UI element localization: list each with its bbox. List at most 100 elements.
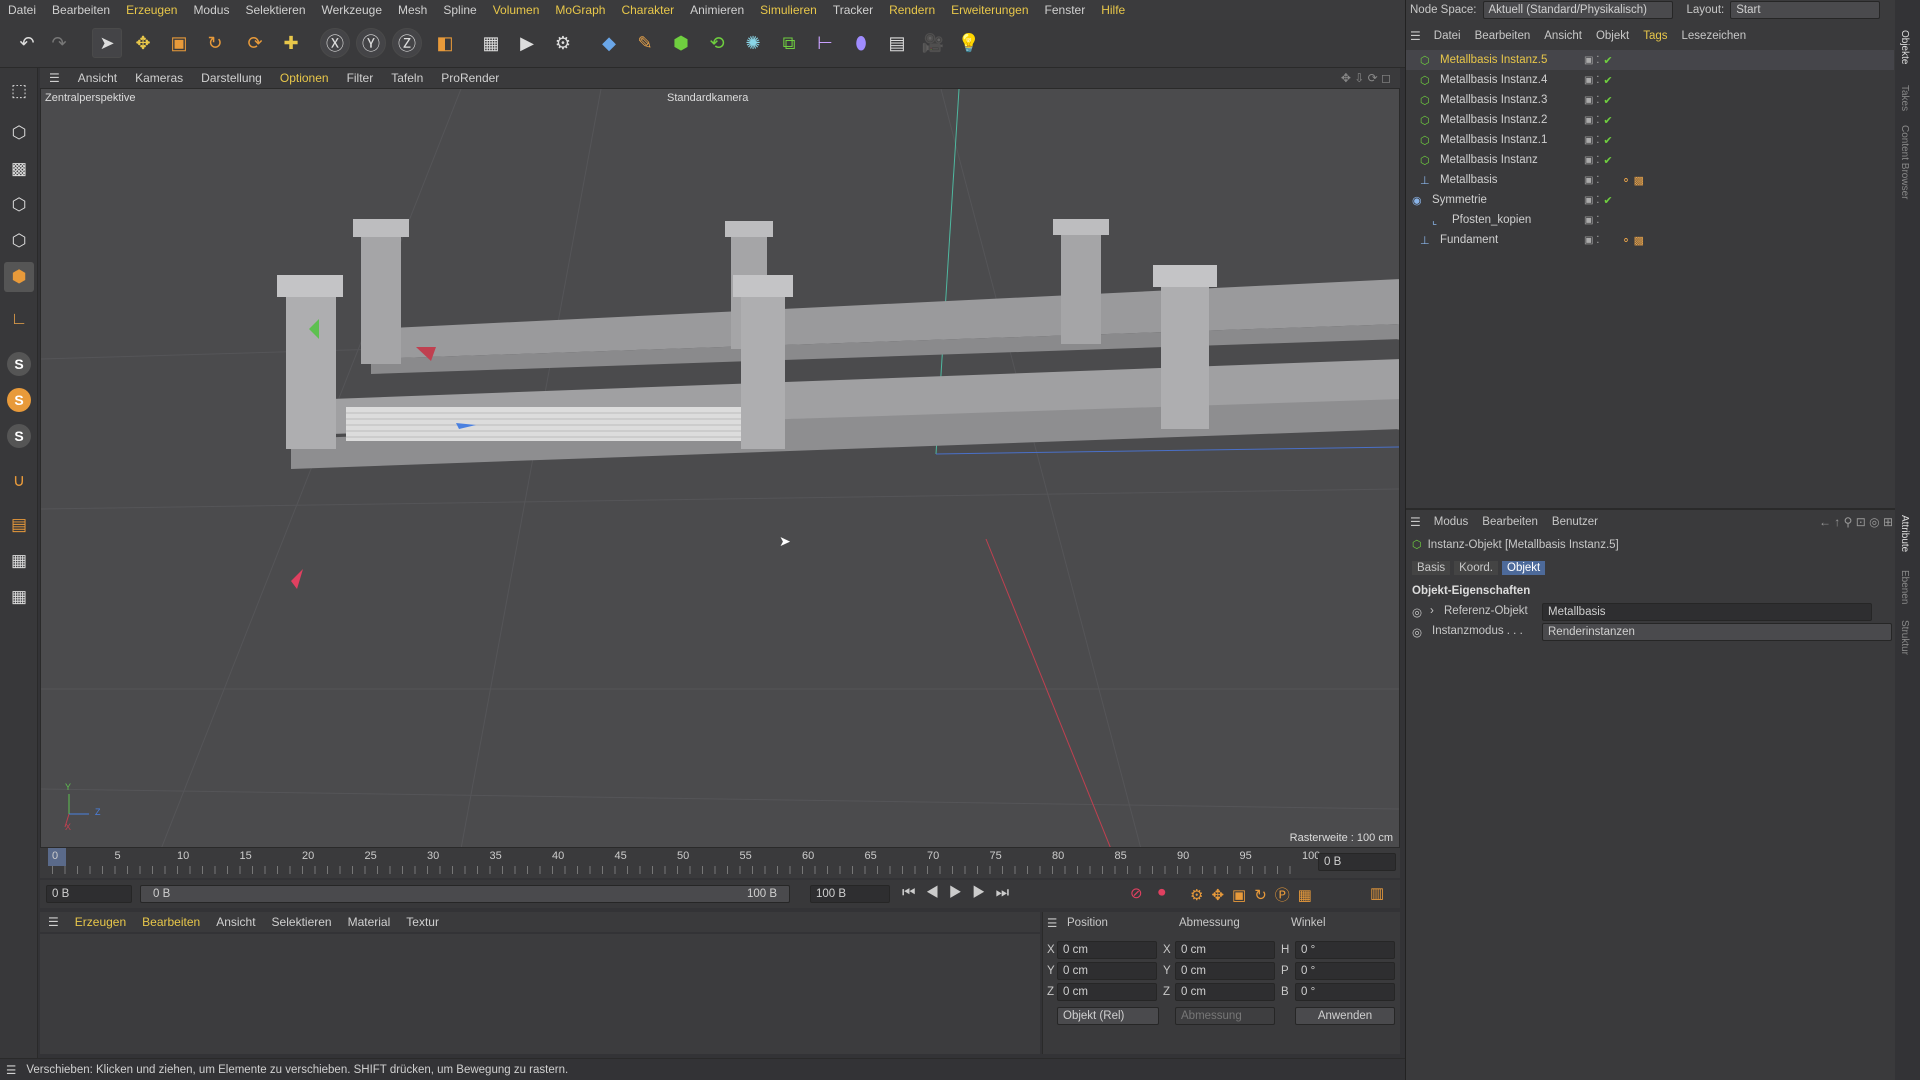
- tab-objekt[interactable]: Objekt: [1502, 561, 1546, 575]
- visibility-toggle-icon[interactable]: ▣ ⁚: [1584, 155, 1599, 166]
- object-list-item[interactable]: ⬡ Metallbasis Instanz.1 ▣ ⁚ ✔: [1406, 130, 1894, 150]
- menu-rendern[interactable]: Rendern: [881, 3, 943, 17]
- auto-key-icon[interactable]: ⏺: [1158, 884, 1166, 901]
- attr-menu-bearbeiten[interactable]: Bearbeiten: [1475, 516, 1545, 528]
- tag-icons[interactable]: ⚬ ▩: [1621, 234, 1644, 247]
- visibility-toggle-icon[interactable]: ▣ ⁚: [1584, 195, 1599, 206]
- coord-mode-dropdown[interactable]: Objekt (Rel): [1057, 1007, 1159, 1025]
- deformer-icon[interactable]: ⧉: [774, 28, 804, 58]
- make-editable-icon[interactable]: ⬚: [4, 76, 34, 106]
- playback-controls[interactable]: ⏮◀▶▶⏭: [902, 884, 1019, 901]
- size-x-field[interactable]: 0 cm: [1175, 941, 1275, 959]
- floor-icon[interactable]: ▤: [882, 28, 912, 58]
- add-tool-icon[interactable]: ✚: [276, 28, 306, 58]
- ref-object-field[interactable]: Metallbasis: [1542, 603, 1872, 621]
- record-icon[interactable]: ⊘: [1130, 884, 1143, 902]
- mat-menu-selektieren[interactable]: Selektieren: [264, 915, 340, 929]
- object-list-item[interactable]: ⬡ Metallbasis Instanz.5 ▣ ⁚ ✔: [1406, 50, 1894, 70]
- angle-p-field[interactable]: 0 °: [1295, 962, 1395, 980]
- enabled-check-icon[interactable]: ✔: [1603, 54, 1612, 67]
- ref-expand-icon[interactable]: ›: [1430, 605, 1434, 617]
- workplane-snap-icon[interactable]: S: [7, 424, 31, 448]
- object-list-item[interactable]: ⬡ Metallbasis Instanz.4 ▣ ⁚ ✔: [1406, 70, 1894, 90]
- status-hamburger-icon[interactable]: ☰: [6, 1063, 16, 1077]
- timeline-ruler[interactable]: 0 5 10 15 20 25 30 35 40 45 50 55 60 65 70 75 80 85 90 95 10…: [40, 848, 1400, 878]
- attr-menu-benutzer[interactable]: Benutzer: [1545, 516, 1605, 528]
- object-list-item[interactable]: ⬡ Metallbasis Instanz ▣ ⁚ ✔: [1406, 150, 1894, 170]
- visibility-toggle-icon[interactable]: ▣ ⁚: [1584, 135, 1599, 146]
- om-menu-lesezeichen[interactable]: Lesezeichen: [1675, 30, 1754, 42]
- points-mode-icon[interactable]: ⬡: [4, 190, 34, 220]
- camera-label[interactable]: Standardkamera: [667, 92, 748, 104]
- tab-takes[interactable]: Takes: [1899, 85, 1910, 111]
- snap-icon[interactable]: S: [7, 352, 31, 376]
- object-list-item[interactable]: ⬡ Metallbasis Instanz.2 ▣ ⁚ ✔: [1406, 110, 1894, 130]
- om-menu-tags[interactable]: Tags: [1636, 30, 1674, 42]
- menu-hilfe[interactable]: Hilfe: [1093, 3, 1133, 17]
- enabled-check-icon[interactable]: ✔: [1603, 134, 1612, 147]
- vp-menu-optionen[interactable]: Optionen: [271, 71, 338, 85]
- visibility-toggle-icon[interactable]: ▣ ⁚: [1584, 215, 1599, 226]
- menu-erweiterungen[interactable]: Erweiterungen: [943, 3, 1036, 17]
- position-z-field[interactable]: 0 cm: [1057, 983, 1157, 1001]
- select-tool-icon[interactable]: ➤: [92, 28, 122, 58]
- viewport-nav-icons[interactable]: ✥ ⇩ ⟳ ◻: [1332, 71, 1400, 85]
- apply-button[interactable]: Anwenden: [1295, 1007, 1395, 1025]
- coord-hamburger-icon[interactable]: ☰: [1047, 916, 1057, 930]
- enabled-check-icon[interactable]: ✔: [1603, 154, 1612, 167]
- mode-anim-icon[interactable]: ◎: [1412, 625, 1422, 639]
- mat-menu-ansicht[interactable]: Ansicht: [208, 915, 263, 929]
- render-settings-icon[interactable]: ⚙: [548, 28, 578, 58]
- range-slider[interactable]: 0 B 100 B: [140, 885, 790, 903]
- rotate-tool-icon[interactable]: ↻: [200, 28, 230, 58]
- layout-dropdown[interactable]: Start: [1730, 1, 1881, 19]
- axis-mode-icon[interactable]: ∟: [4, 304, 34, 334]
- angle-b-field[interactable]: 0 °: [1295, 983, 1395, 1001]
- 3d-viewport[interactable]: Zentralperspektive Standardkamera Raster…: [40, 88, 1400, 848]
- visibility-toggle-icon[interactable]: ▣ ⁚: [1584, 235, 1599, 246]
- generator-icon[interactable]: ⟲: [702, 28, 732, 58]
- cloner-icon[interactable]: ✺: [738, 28, 768, 58]
- edges-mode-icon[interactable]: ⬡: [4, 226, 34, 256]
- angle-h-field[interactable]: 0 °: [1295, 941, 1395, 959]
- attr-hamburger-icon[interactable]: ☰: [1410, 515, 1421, 529]
- live-select-icon[interactable]: ⟳: [240, 28, 270, 58]
- viewport-hamburger-icon[interactable]: ☰: [40, 71, 69, 85]
- subdivision-icon[interactable]: ⬢: [666, 28, 696, 58]
- x-axis-lock-icon[interactable]: Ⓧ: [320, 28, 350, 58]
- polygons-mode-icon[interactable]: ⬢: [4, 262, 34, 292]
- menu-volumen[interactable]: Volumen: [485, 3, 548, 17]
- coordinate-system-icon[interactable]: ◧: [430, 28, 460, 58]
- object-list-item[interactable]: ◉ Symmetrie ▣ ⁚ ✔: [1406, 190, 1894, 210]
- visibility-toggle-icon[interactable]: ▣ ⁚: [1584, 95, 1599, 106]
- visibility-toggle-icon[interactable]: ▣ ⁚: [1584, 175, 1599, 186]
- position-x-field[interactable]: 0 cm: [1057, 941, 1157, 959]
- tag-icons[interactable]: ⚬ ▩: [1621, 174, 1644, 187]
- enabled-check-icon[interactable]: ✔: [1603, 74, 1612, 87]
- start-frame-field[interactable]: 0 B: [46, 885, 132, 903]
- menu-animieren[interactable]: Animieren: [682, 3, 752, 17]
- object-list-item[interactable]: ⬡ Metallbasis Instanz.3 ▣ ⁚ ✔: [1406, 90, 1894, 110]
- mat-menu-material[interactable]: Material: [340, 915, 399, 929]
- menu-spline[interactable]: Spline: [435, 3, 484, 17]
- field-icon[interactable]: ⊢: [810, 28, 840, 58]
- end-frame-field[interactable]: 100 B: [810, 885, 890, 903]
- workplane-grid-icon[interactable]: ▦: [4, 582, 34, 612]
- material-hamburger-icon[interactable]: ☰: [40, 915, 67, 929]
- mat-menu-erzeugen[interactable]: Erzeugen: [67, 915, 134, 929]
- position-y-field[interactable]: 0 cm: [1057, 962, 1157, 980]
- menu-simulieren[interactable]: Simulieren: [752, 3, 825, 17]
- tab-content-browser[interactable]: Content Browser: [1899, 125, 1910, 199]
- vp-menu-ansicht[interactable]: Ansicht: [69, 71, 126, 85]
- vp-menu-filter[interactable]: Filter: [338, 71, 383, 85]
- om-hamburger-icon[interactable]: ☰: [1410, 29, 1421, 43]
- texture-mode-icon[interactable]: ▩: [4, 154, 34, 184]
- mat-menu-textur[interactable]: Textur: [398, 915, 447, 929]
- scale-tool-icon[interactable]: ▣: [164, 28, 194, 58]
- vp-menu-kameras[interactable]: Kameras: [126, 71, 192, 85]
- magnet-icon[interactable]: ∪: [4, 466, 34, 496]
- menu-bearbeiten[interactable]: Bearbeiten: [44, 3, 118, 17]
- visibility-toggle-icon[interactable]: ▣ ⁚: [1584, 115, 1599, 126]
- menu-mesh[interactable]: Mesh: [390, 3, 435, 17]
- enabled-check-icon[interactable]: ✔: [1603, 114, 1612, 127]
